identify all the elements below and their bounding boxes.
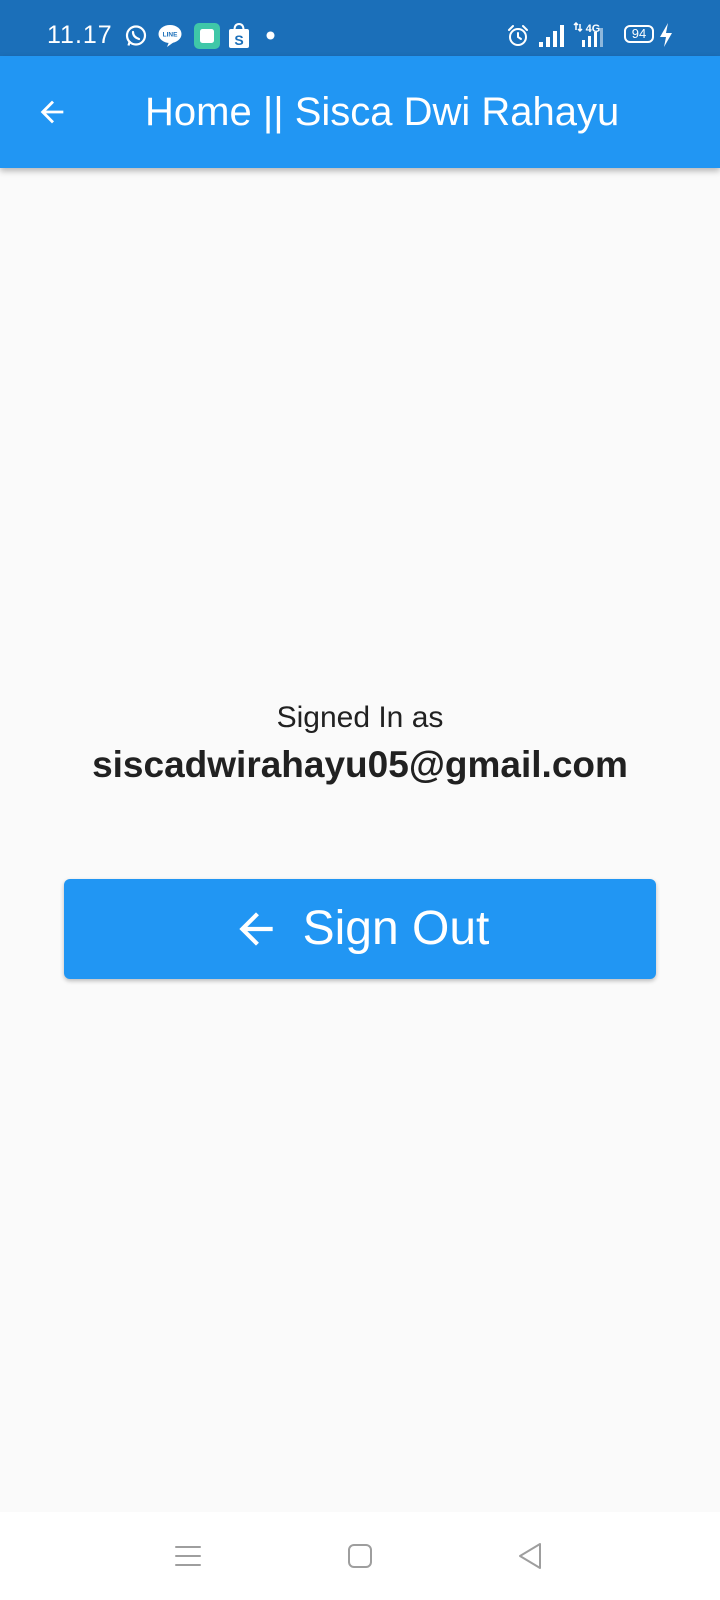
shopping-bag-icon: S (229, 22, 249, 48)
arrow-back-icon (40, 100, 64, 124)
main-content: Signed In as siscadwirahayu05@gmail.com … (0, 168, 720, 1512)
back-button[interactable] (26, 86, 78, 138)
battery-icon: 94 (624, 25, 654, 43)
page-title: Home || Sisca Dwi Rahayu (145, 90, 620, 134)
arrow-back-icon (238, 912, 273, 946)
alarm-icon (508, 25, 528, 46)
user-email: siscadwirahayu05@gmail.com (92, 744, 628, 785)
4g-signal-icon: 4G (573, 22, 603, 47)
status-bar: 11.17 LINE S 4G 94 (0, 0, 720, 56)
svg-text:LINE: LINE (163, 32, 178, 39)
menu-icon (175, 1546, 201, 1566)
system-back-button[interactable] (506, 1532, 554, 1580)
status-time: 11.17 (47, 21, 113, 49)
recent-apps-button[interactable] (164, 1532, 212, 1580)
network-label: 4G (586, 23, 601, 35)
sign-out-label: Sign Out (302, 902, 490, 955)
whatsapp-icon (125, 25, 147, 46)
home-button[interactable] (336, 1532, 384, 1580)
app-bar: Home || Sisca Dwi Rahayu (0, 56, 720, 168)
battery-level: 94 (631, 26, 647, 41)
line-icon: LINE (158, 25, 182, 47)
svg-text:S: S (234, 32, 243, 48)
signed-in-label: Signed In as (276, 701, 444, 734)
dot-icon (266, 31, 275, 40)
sign-out-button[interactable]: Sign Out (64, 879, 656, 979)
back-triangle-icon (519, 1543, 541, 1569)
navigation-bar (0, 1512, 720, 1600)
charging-icon (660, 23, 672, 47)
signal-icon (539, 25, 564, 47)
square-app-icon (194, 23, 220, 49)
home-square-icon (348, 1544, 372, 1568)
